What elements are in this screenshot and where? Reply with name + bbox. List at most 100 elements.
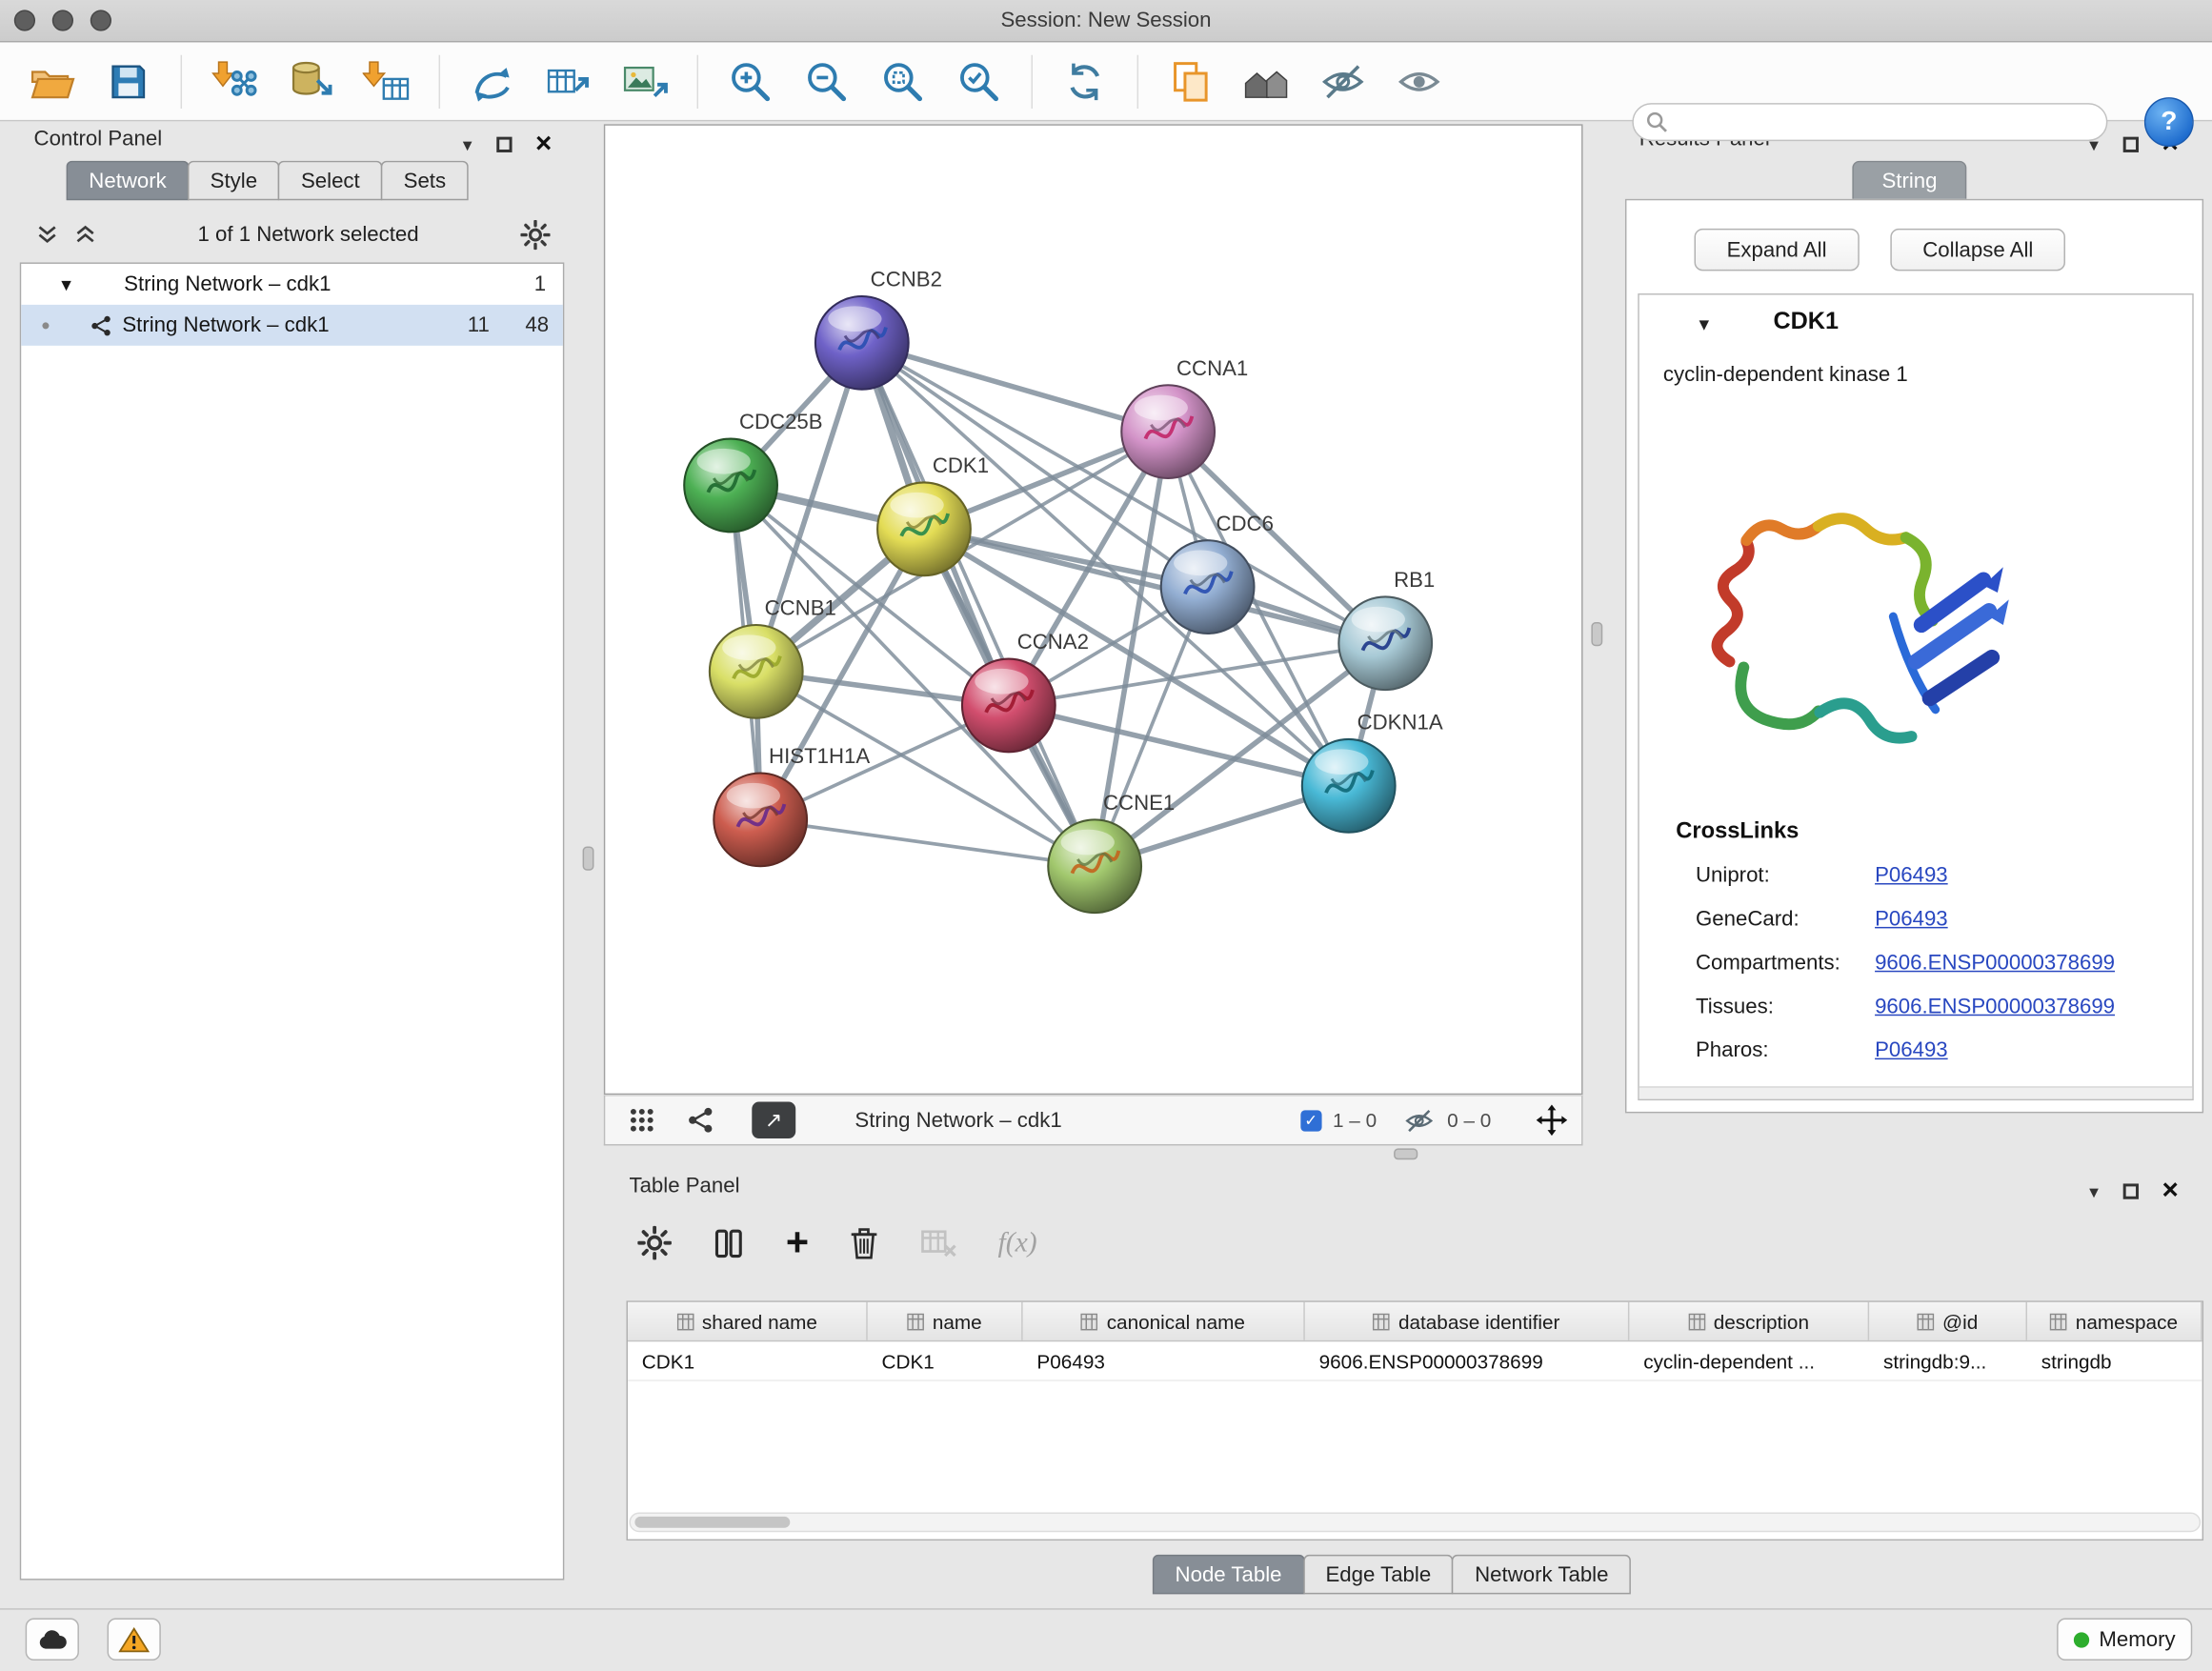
node-CDC25B[interactable]: CDC25B: [684, 410, 822, 532]
edge-CDK1-RB1[interactable]: [924, 529, 1385, 643]
cloud-status-button[interactable]: [26, 1619, 79, 1661]
table-cell[interactable]: cyclin-dependent ...: [1629, 1341, 1869, 1379]
help-button[interactable]: ?: [2144, 97, 2194, 147]
birdseye-homes-button[interactable]: [1240, 53, 1294, 110]
show-all-button[interactable]: [1393, 53, 1446, 110]
table-cell[interactable]: stringdb:9...: [1869, 1341, 2027, 1379]
table-settings-gear-icon[interactable]: [637, 1226, 672, 1260]
left-splitter-handle[interactable]: [583, 847, 594, 871]
import-network-file-button[interactable]: [208, 53, 261, 110]
export-table-icon: [545, 58, 593, 103]
selected-checkbox-icon[interactable]: ✓: [1300, 1110, 1321, 1131]
edge-CCNB2-CCNE1[interactable]: [862, 343, 1095, 866]
export-image-button[interactable]: [618, 53, 672, 110]
table-cell[interactable]: 9606.ENSP00000378699: [1305, 1341, 1630, 1379]
control-panel-tabs: Network Style Select Sets: [68, 161, 469, 200]
collapse-all-button[interactable]: Collapse All: [1890, 229, 2065, 271]
table-cell[interactable]: P06493: [1023, 1341, 1305, 1379]
scrollbar-thumb[interactable]: [634, 1517, 790, 1528]
pan-crosshair-icon[interactable]: [1537, 1105, 1568, 1137]
column-header--id[interactable]: @id: [1869, 1302, 2027, 1340]
zoom-fit-button[interactable]: [876, 53, 930, 110]
toolbar-separator: [439, 54, 440, 108]
delete-trash-icon[interactable]: [850, 1226, 879, 1260]
crosslink-link[interactable]: P06493: [1875, 906, 1948, 933]
memory-button[interactable]: Memory: [2057, 1619, 2192, 1661]
maximize-panel-icon[interactable]: [2122, 136, 2138, 151]
network-options-gear-icon[interactable]: [520, 219, 550, 249]
hide-selected-button[interactable]: [1317, 53, 1370, 110]
warnings-button[interactable]: [108, 1619, 161, 1661]
crosslink-link[interactable]: P06493: [1875, 1037, 1948, 1063]
toolbar-search[interactable]: [1632, 103, 2107, 141]
right-splitter-handle[interactable]: [1591, 622, 1602, 646]
tab-sets[interactable]: Sets: [381, 161, 469, 200]
function-builder-icon[interactable]: f(x): [998, 1227, 1037, 1259]
node-CCNB1[interactable]: CCNB1: [710, 596, 836, 718]
edge-CCNB2-CCNA1[interactable]: [862, 343, 1168, 432]
tab-network[interactable]: Network: [67, 161, 190, 200]
float-panel-icon[interactable]: ▾: [2089, 1181, 2099, 1199]
collection-disclosure-icon[interactable]: ▼: [58, 274, 75, 294]
crosslink-link[interactable]: 9606.ENSP00000378699: [1875, 994, 2115, 1020]
network-collection-row[interactable]: ▼ String Network – cdk1 1: [21, 264, 563, 305]
table-cell[interactable]: CDK1: [868, 1341, 1023, 1379]
table-cell[interactable]: CDK1: [628, 1341, 868, 1379]
add-column-icon[interactable]: +: [786, 1223, 809, 1262]
search-input[interactable]: [1676, 111, 2093, 133]
node-RB1[interactable]: RB1: [1338, 568, 1435, 690]
maximize-panel-icon[interactable]: [496, 136, 512, 151]
network-canvas[interactable]: CCNB2CCNA1CDC25BCDK1CDC6RB1CCNB1CCNA2CDK…: [604, 124, 1583, 1095]
node-HIST1H1A[interactable]: HIST1H1A: [714, 744, 870, 866]
bottom-splitter-handle[interactable]: [1394, 1148, 1418, 1159]
edge-HIST1H1A-CCNE1[interactable]: [760, 819, 1095, 866]
tab-network-table[interactable]: Network Table: [1452, 1555, 1631, 1594]
close-panel-icon[interactable]: ×: [535, 130, 552, 158]
column-header-canonical-name[interactable]: canonical name: [1023, 1302, 1305, 1340]
tab-select[interactable]: Select: [278, 161, 382, 200]
node-CCNA1[interactable]: CCNA1: [1121, 356, 1248, 478]
network-merge-button[interactable]: [466, 53, 519, 110]
open-session-button[interactable]: [26, 53, 79, 110]
table-horizontal-scrollbar[interactable]: [629, 1512, 2201, 1532]
node-CDC6[interactable]: CDC6: [1161, 512, 1274, 634]
zoom-out-button[interactable]: [800, 53, 854, 110]
network-view-share-icon[interactable]: [687, 1106, 715, 1135]
node-CCNB2[interactable]: CCNB2: [815, 268, 942, 390]
column-header-name[interactable]: name: [868, 1302, 1023, 1340]
import-network-database-button[interactable]: [284, 53, 337, 110]
results-scrollbar[interactable]: [1639, 1086, 2192, 1098]
crosslink-link[interactable]: P06493: [1875, 862, 1948, 889]
tab-node-table[interactable]: Node Table: [1153, 1555, 1304, 1594]
network-row[interactable]: ● String Network – cdk1 11 48: [21, 305, 563, 346]
table-cell[interactable]: stringdb: [2027, 1341, 2202, 1379]
maximize-panel-icon[interactable]: [2122, 1183, 2138, 1198]
crosslink-link[interactable]: 9606.ENSP00000378699: [1875, 950, 2115, 976]
expand-all-icon[interactable]: [74, 224, 95, 244]
results-tab-string[interactable]: String: [1852, 161, 1966, 200]
apply-layout-button[interactable]: [1058, 53, 1112, 110]
hidden-eye-slash-icon[interactable]: [1402, 1108, 1437, 1132]
import-table-button[interactable]: [360, 53, 413, 110]
column-header-database-identifier[interactable]: database identifier: [1305, 1302, 1630, 1340]
column-header-description[interactable]: description: [1629, 1302, 1869, 1340]
node-CDKN1A[interactable]: CDKN1A: [1302, 711, 1443, 833]
column-header-shared-name[interactable]: shared name: [628, 1302, 868, 1340]
show-columns-icon[interactable]: [713, 1227, 745, 1259]
duplicate-network-button[interactable]: [1164, 53, 1217, 110]
save-session-button[interactable]: [102, 53, 155, 110]
close-panel-icon[interactable]: ×: [2162, 1177, 2178, 1205]
float-panel-icon[interactable]: ▾: [463, 134, 473, 152]
export-table-button[interactable]: [542, 53, 595, 110]
birdseye-toggle-button[interactable]: ↗: [752, 1102, 795, 1139]
table-row[interactable]: CDK1CDK1P064939606.ENSP00000378699cyclin…: [628, 1341, 2202, 1380]
expand-all-button[interactable]: Expand All: [1695, 229, 1860, 271]
zoom-in-button[interactable]: [724, 53, 777, 110]
zoom-selected-button[interactable]: [953, 53, 1006, 110]
collapse-all-icon[interactable]: [37, 224, 58, 244]
gene-disclosure-icon[interactable]: ▼: [1696, 314, 1713, 334]
tab-style[interactable]: Style: [188, 161, 280, 200]
grid-view-icon[interactable]: [628, 1106, 656, 1135]
column-header-namespace[interactable]: namespace: [2027, 1302, 2202, 1340]
tab-edge-table[interactable]: Edge Table: [1303, 1555, 1454, 1594]
